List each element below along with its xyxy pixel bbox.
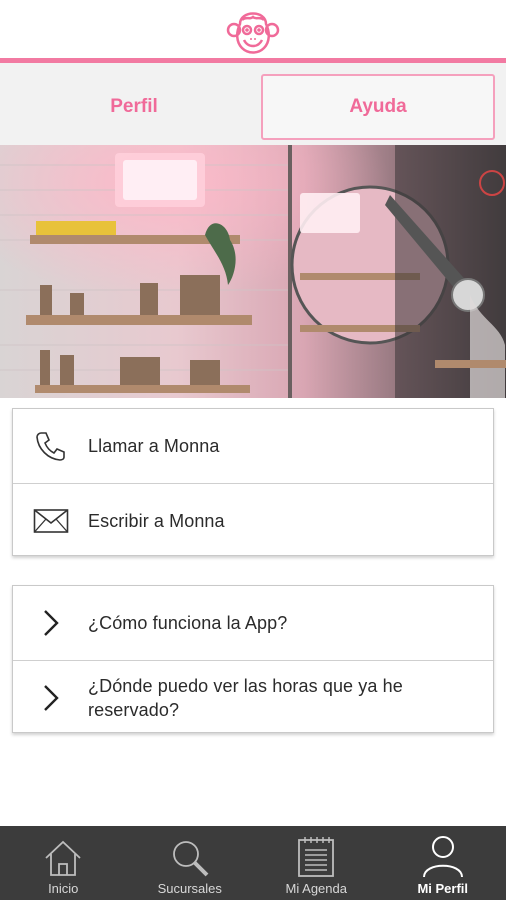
call-monna-label: Llamar a Monna bbox=[88, 436, 220, 456]
nav-label: Mi Perfil bbox=[417, 881, 469, 896]
person-icon bbox=[421, 834, 465, 878]
tab-bar: Perfil Ayuda bbox=[0, 63, 506, 145]
nav-inicio[interactable]: Inicio bbox=[0, 826, 127, 900]
faq-item-how-app-works[interactable]: ¿Cómo funciona la App? bbox=[13, 586, 493, 660]
faq-item-reserved-hours[interactable]: ¿Dónde puedo ver las horas que ya he res… bbox=[13, 660, 493, 734]
phone-icon bbox=[13, 429, 88, 463]
write-monna-label: Escribir a Monna bbox=[88, 510, 225, 531]
contact-card: Llamar a Monna Escribir a Monna bbox=[12, 408, 494, 556]
nav-mi-perfil[interactable]: Mi Perfil bbox=[380, 826, 506, 900]
home-icon bbox=[43, 834, 83, 878]
chevron-right-icon bbox=[13, 683, 88, 713]
nav-sucursales[interactable]: Sucursales bbox=[127, 826, 254, 900]
call-monna-row[interactable]: Llamar a Monna bbox=[13, 409, 493, 483]
faq-item-label: ¿Dónde puedo ver las horas que ya he res… bbox=[88, 675, 403, 720]
faq-card: ¿Cómo funciona la App? ¿Dónde puedo ver … bbox=[12, 585, 494, 733]
write-monna-row[interactable]: Escribir a Monna bbox=[13, 483, 493, 557]
nav-label: Mi Agenda bbox=[285, 881, 347, 896]
envelope-icon bbox=[13, 508, 88, 534]
chevron-right-icon bbox=[13, 608, 88, 638]
tab-ayuda[interactable]: Ayuda bbox=[261, 74, 495, 140]
faq-item-label: ¿Cómo funciona la App? bbox=[88, 613, 288, 633]
monkey-logo-icon bbox=[226, 12, 280, 54]
nav-label: Inicio bbox=[48, 881, 79, 896]
search-icon bbox=[170, 834, 210, 878]
bottom-navigation: Inicio Sucursales Mi Agenda Mi Perfil bbox=[0, 826, 506, 900]
app-header bbox=[0, 0, 506, 60]
salon-photo bbox=[0, 145, 506, 398]
nav-mi-agenda[interactable]: Mi Agenda bbox=[253, 826, 380, 900]
nav-label: Sucursales bbox=[157, 881, 222, 896]
tab-perfil[interactable]: Perfil bbox=[12, 74, 256, 140]
agenda-icon bbox=[296, 834, 336, 878]
